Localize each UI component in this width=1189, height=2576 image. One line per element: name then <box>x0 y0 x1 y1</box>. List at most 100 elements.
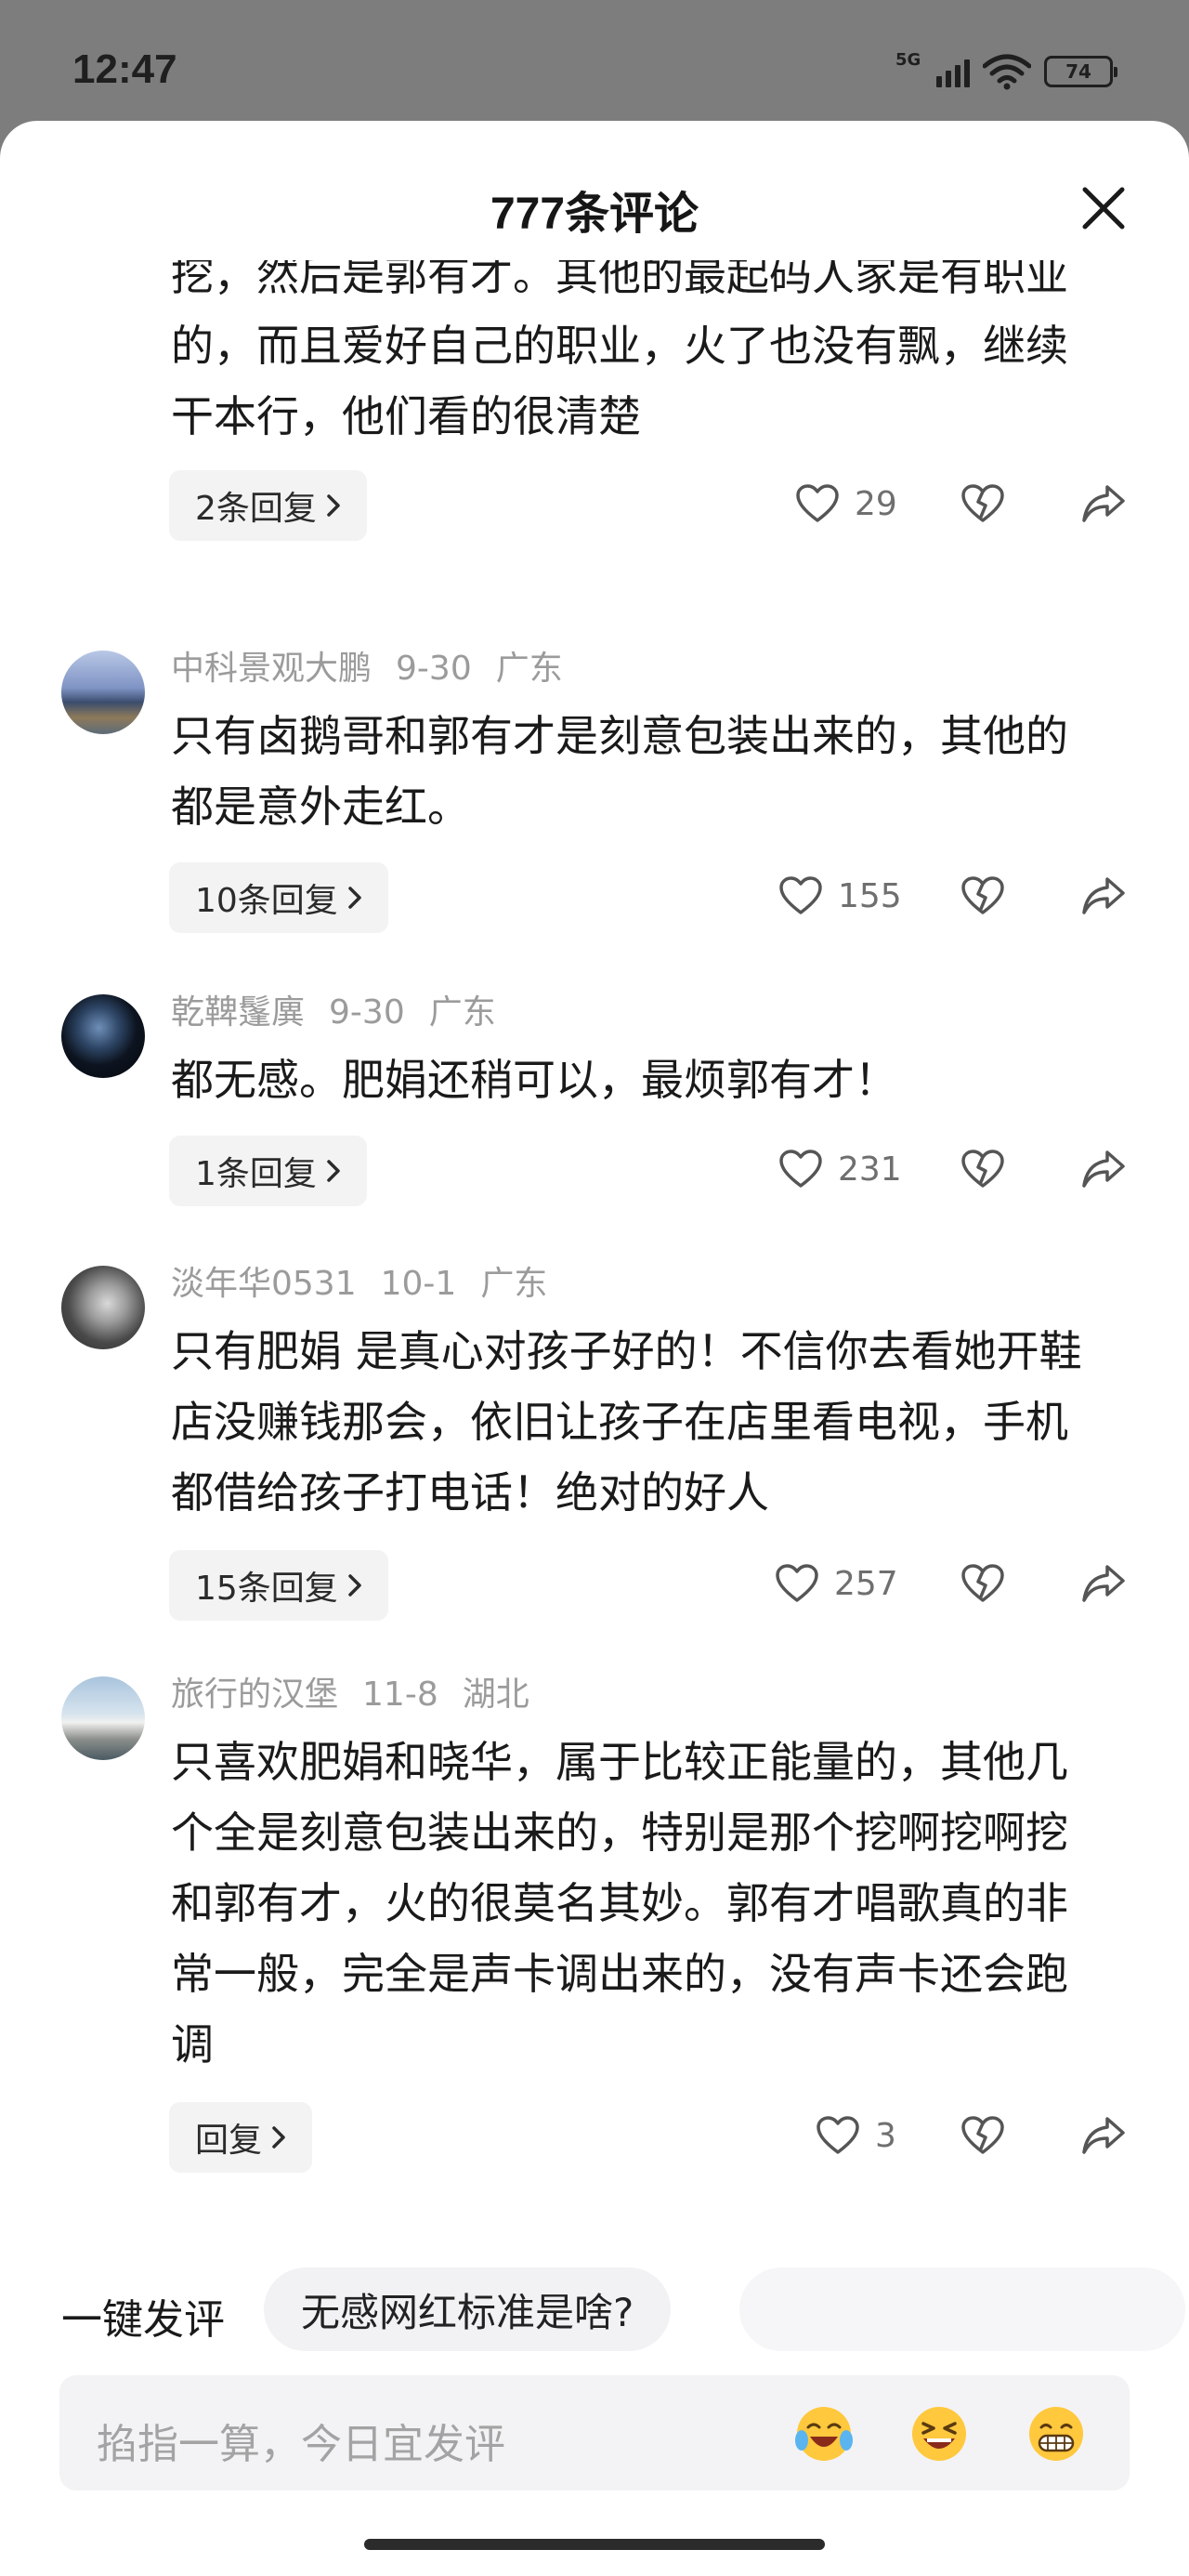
suggested-comment-text: 无感网红标准是啥? <box>301 2289 634 2335</box>
like-count: 3 <box>875 2116 896 2155</box>
comments-count-title: 777条评论 <box>490 190 699 239</box>
heart-outline-icon <box>779 1150 822 1188</box>
close-button[interactable] <box>1078 182 1130 234</box>
like-button[interactable]: 3 <box>816 2115 985 2156</box>
share-arrow-icon <box>1082 1150 1125 1188</box>
chevron-right-icon <box>348 1574 361 1597</box>
dislike-button[interactable] <box>960 483 1005 528</box>
battery-level: 74 <box>1065 60 1091 83</box>
avatar[interactable] <box>61 651 145 734</box>
view-replies-button[interactable]: 1条回复 <box>169 1136 367 1206</box>
dislike-button[interactable] <box>960 875 1005 920</box>
comment-username[interactable]: 旅行的汉堡 <box>171 1676 338 1714</box>
broken-heart-icon <box>961 484 1004 522</box>
comment-location: 广东 <box>480 1265 548 1303</box>
comment-date: 9-30 <box>329 993 405 1032</box>
replies-count: 2条回复 <box>195 490 317 528</box>
chevron-right-icon <box>272 2126 285 2149</box>
comment-text: 只有卤鹅哥和郭有才是刻意包装出来的，其他的都是意外走红。 <box>171 711 1068 832</box>
like-button[interactable]: 231 <box>778 1149 985 1189</box>
comments-sheet: 777条评论 陆鹅出名吗，第一次听说，无感的是那个挖呀挖，然后是郭有才。其他的最… <box>0 121 1189 2576</box>
comment-meta: 中科景观大鹏 9-30 广东 <box>171 649 587 690</box>
share-button[interactable] <box>1081 875 1126 920</box>
heart-outline-icon <box>817 2116 859 2154</box>
broken-heart-icon <box>961 2116 1004 2154</box>
grimacing-grin-emoji-icon[interactable] <box>1026 2403 1087 2464</box>
comment-location: 湖北 <box>462 1676 529 1714</box>
comment-location: 广东 <box>495 650 563 688</box>
comment-input-placeholder: 掐指一算，今日宜发评 <box>97 2421 505 2468</box>
suggested-comment-chip-loading[interactable] <box>739 2267 1185 2351</box>
heart-outline-icon <box>796 484 839 522</box>
chevron-right-icon <box>327 1160 340 1182</box>
comments-list[interactable]: 陆鹅出名吗，第一次听说，无感的是那个挖呀挖，然后是郭有才。其他的最起码人家是有职… <box>0 260 1189 2342</box>
comment-location: 广东 <box>428 993 496 1032</box>
comment-text: 都无感。肥娟还稍可以，最烦郭有才！ <box>171 1055 897 1105</box>
chevron-right-icon <box>348 887 361 909</box>
replies-count: 15条回复 <box>195 1570 338 1608</box>
chevron-right-icon <box>327 494 340 517</box>
like-count: 29 <box>855 484 897 523</box>
like-count: 155 <box>838 876 902 915</box>
comment-date: 11-8 <box>362 1676 438 1714</box>
share-button[interactable] <box>1081 1149 1126 1193</box>
avatar[interactable] <box>61 994 145 1078</box>
avatar[interactable] <box>61 1676 145 1760</box>
replies-count: 10条回复 <box>195 882 338 920</box>
replies-count: 1条回复 <box>195 1155 317 1193</box>
reply-label: 回复 <box>195 2122 263 2160</box>
broken-heart-icon <box>961 1564 1004 1602</box>
share-arrow-icon <box>1082 1565 1125 1602</box>
status-icons: 5G 74 <box>895 50 1117 91</box>
reply-button[interactable]: 回复 <box>169 2102 313 2173</box>
share-button[interactable] <box>1081 483 1126 528</box>
comment-date: 10-1 <box>380 1265 457 1303</box>
comment-text: 只有肥娟 是真心对孩子好的！不信你去看她开鞋店没赚钱那会，依旧让孩子在店里看电视… <box>171 1326 1082 1518</box>
view-replies-button[interactable]: 10条回复 <box>169 862 388 933</box>
dislike-button[interactable] <box>960 1149 1005 1193</box>
comment-username[interactable]: 中科景观大鹏 <box>171 650 372 688</box>
share-arrow-icon <box>1082 485 1125 522</box>
comment-text: 只喜欢肥娟和晓华，属于比较正能量的，其他几个全是刻意包装出来的，特别是那个挖啊挖… <box>171 1737 1068 2070</box>
avatar[interactable] <box>61 1266 145 1349</box>
like-count: 257 <box>834 1564 898 1603</box>
view-replies-button[interactable]: 15条回复 <box>169 1550 388 1621</box>
heart-outline-icon <box>776 1564 818 1602</box>
share-arrow-icon <box>1082 877 1125 914</box>
view-replies-button[interactable]: 2条回复 <box>169 470 367 541</box>
like-button[interactable]: 155 <box>778 875 985 916</box>
status-bar: 12:47 5G 74 <box>0 0 1189 123</box>
suggested-comment-chip[interactable]: 无感网红标准是啥? <box>264 2267 672 2351</box>
grinning-squint-emoji-icon[interactable] <box>908 2403 970 2464</box>
broken-heart-icon <box>961 876 1004 914</box>
like-button[interactable]: 257 <box>775 1563 985 1604</box>
quick-comment-label: 一键发评 <box>61 2296 225 2344</box>
comment-date: 9-30 <box>396 650 472 688</box>
comment-input[interactable]: 掐指一算，今日宜发评 <box>59 2375 1130 2491</box>
close-icon <box>1082 187 1125 230</box>
heart-outline-icon <box>779 876 822 914</box>
dislike-button[interactable] <box>960 2115 1005 2160</box>
network-type: 5G <box>895 50 921 70</box>
share-button[interactable] <box>1081 2115 1126 2160</box>
wifi-icon <box>983 53 1031 90</box>
comment-meta: 淡年华0531 10-1 广东 <box>171 1264 571 1305</box>
comment-item: 旅行的汉堡 11-8 湖北 只喜欢肥娟和晓华，属于比较正能量的，其他几个全是刻意包装… <box>0 1676 1189 2297</box>
comment-username[interactable]: 淡年华0531 <box>171 1265 357 1303</box>
home-indicator[interactable] <box>364 2539 825 2550</box>
comment-text: 陆鹅出名吗，第一次听说，无感的是那个挖呀挖，然后是郭有才。其他的最起码人家是有职… <box>171 260 1068 441</box>
comment-meta: 乾鞞鬔廙 9-30 广东 <box>171 992 520 1033</box>
like-button[interactable]: 29 <box>795 483 985 524</box>
laughing-crying-emoji-icon[interactable] <box>793 2403 855 2464</box>
broken-heart-icon <box>961 1150 1004 1188</box>
share-button[interactable] <box>1081 1563 1126 1608</box>
share-arrow-icon <box>1082 2117 1125 2154</box>
status-time: 12:47 <box>72 46 177 92</box>
cellular-signal-icon: 5G <box>895 50 970 91</box>
dislike-button[interactable] <box>960 1563 1005 1608</box>
battery-icon: 74 <box>1044 56 1117 87</box>
comment-username[interactable]: 乾鞞鬔廙 <box>171 993 305 1032</box>
comment-meta: 旅行的汉堡 11-8 湖北 <box>171 1675 554 1715</box>
comment-item: 陆鹅出名吗，第一次听说，无感的是那个挖呀挖，然后是郭有才。其他的最起码人家是有职… <box>0 260 1189 613</box>
like-count: 231 <box>838 1150 902 1189</box>
